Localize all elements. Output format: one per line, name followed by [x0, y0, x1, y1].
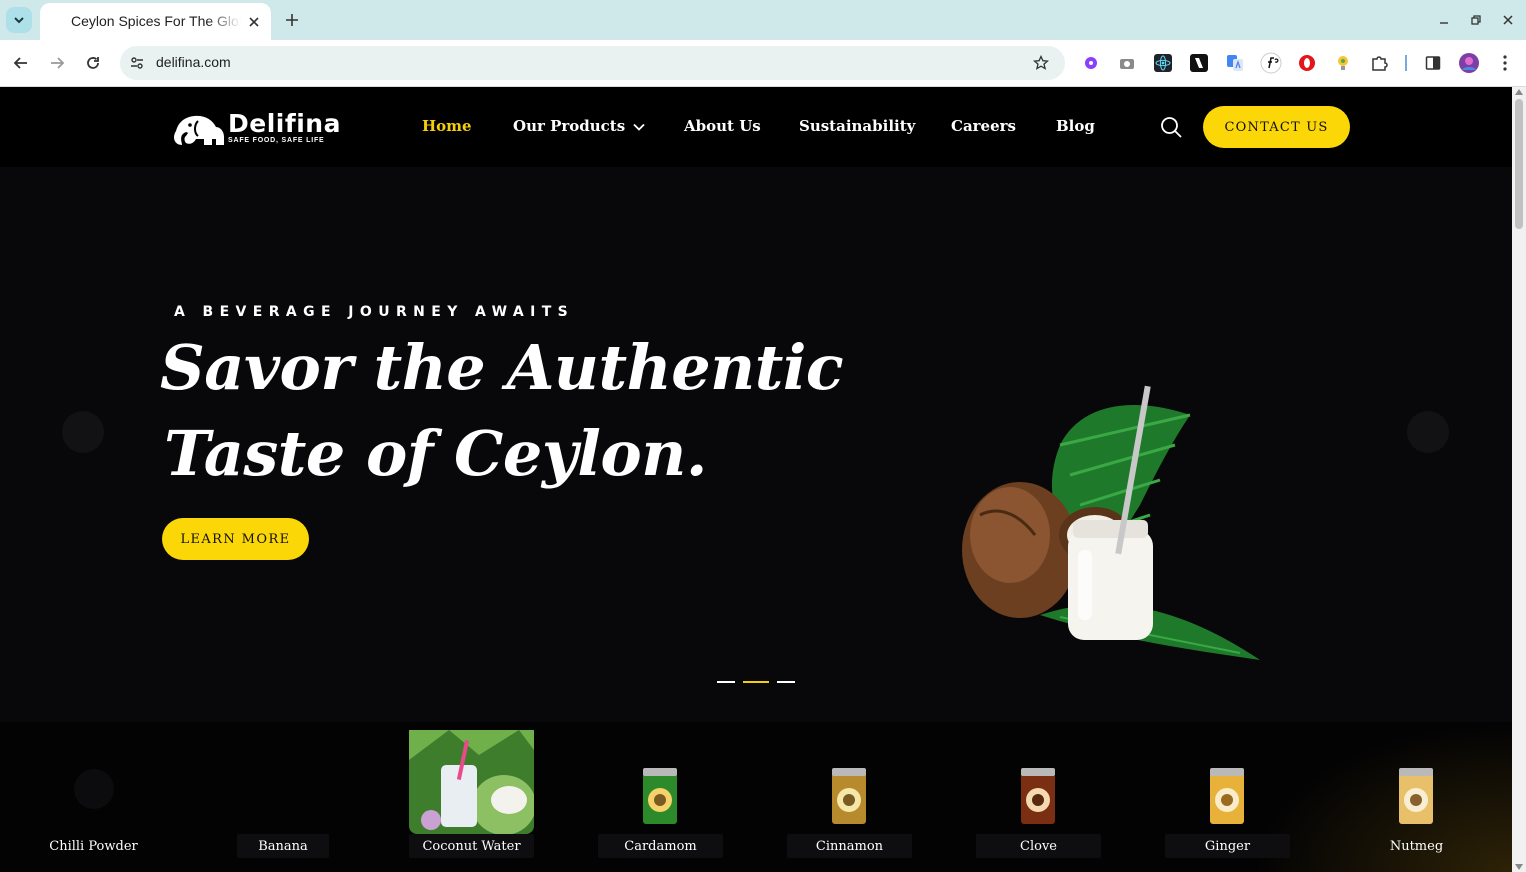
nav-about-us[interactable]: About Us: [684, 117, 761, 135]
coconut-milk-image: [962, 385, 1260, 660]
hero-slider: A BEVERAGE JOURNEY AWAITS Savor the Auth…: [0, 167, 1512, 722]
product-card[interactable]: Banana: [220, 730, 345, 858]
nav-blog[interactable]: Blog: [1056, 117, 1095, 135]
page-scrollbar[interactable]: [1512, 87, 1526, 872]
chevron-down-icon: [14, 17, 24, 24]
product-name: Ginger: [1165, 834, 1290, 858]
hero-headline: Savor the Authentic Taste of Ceylon.: [160, 325, 920, 497]
reload-icon[interactable]: [82, 52, 104, 74]
delifina-logo[interactable]: Delifina SAFE FOOD, SAFE LIFE: [168, 103, 340, 151]
hero-eyebrow: A BEVERAGE JOURNEY AWAITS: [174, 304, 575, 320]
nutmeg-jar-image: [1399, 768, 1433, 824]
scroll-up-arrow-icon[interactable]: [1515, 89, 1523, 95]
tab-favicon-icon: [55, 15, 67, 27]
extension-opera-icon[interactable]: [1296, 52, 1318, 74]
product-name: Banana: [237, 834, 329, 858]
site-info-icon[interactable]: [128, 54, 146, 72]
hero-headline-line-1: Savor the Authentic: [160, 331, 844, 404]
chevron-down-icon: [633, 123, 645, 131]
extension-bulb-icon[interactable]: [1332, 52, 1354, 74]
slide-indicator-1[interactable]: [717, 681, 735, 683]
scrollbar-thumb[interactable]: [1515, 99, 1523, 229]
active-tab[interactable]: Ceylon Spices For The Global: [40, 3, 271, 40]
kebab-menu-icon[interactable]: [1494, 52, 1516, 74]
product-card[interactable]: Clove: [976, 730, 1101, 858]
back-arrow-icon[interactable]: [10, 52, 32, 74]
scroll-down-arrow-icon[interactable]: [1515, 864, 1523, 870]
nav-home[interactable]: Home: [422, 117, 472, 135]
minimize-icon[interactable]: [1434, 10, 1454, 30]
product-name: Cardamom: [598, 834, 723, 858]
hero-headline-line-2: Taste of Ceylon.: [164, 417, 707, 490]
product-name: Coconut Water: [409, 834, 534, 858]
logo-wordmark: Delifina: [228, 109, 341, 138]
cinnamon-jar-image: [832, 768, 866, 824]
nav-our-products-label: Our Products: [513, 117, 626, 135]
extension-camera-icon[interactable]: [1116, 52, 1138, 74]
nav-careers[interactable]: Careers: [951, 117, 1016, 135]
product-name: Nutmeg: [1389, 838, 1444, 854]
browser-toolbar: delifina.com: [0, 40, 1526, 87]
contact-us-button[interactable]: CONTACT US: [1203, 106, 1350, 148]
extension-flower-icon[interactable]: [1080, 52, 1102, 74]
ginger-jar-image: [1210, 768, 1244, 824]
url-text[interactable]: delifina.com: [156, 54, 231, 70]
coconut-water-image: [409, 730, 534, 834]
product-name: Clove: [976, 834, 1101, 858]
web-page: Delifina SAFE FOOD, SAFE LIFE Home Our P…: [0, 87, 1512, 872]
close-window-icon[interactable]: [1498, 10, 1518, 30]
slide-indicators: [717, 681, 797, 685]
slide-indicator-2[interactable]: [743, 681, 769, 683]
extension-translate-icon[interactable]: [1224, 52, 1246, 74]
forward-arrow-icon[interactable]: [46, 52, 68, 74]
learn-more-button[interactable]: LEARN MORE: [162, 518, 309, 560]
site-header: Delifina SAFE FOOD, SAFE LIFE Home Our P…: [0, 87, 1512, 167]
nav-sustainability[interactable]: Sustainability: [799, 117, 915, 135]
nav-our-products[interactable]: Our Products: [513, 117, 645, 135]
browser-tab-strip: Ceylon Spices For The Global: [0, 0, 1526, 40]
puzzle-extensions-icon[interactable]: [1368, 52, 1390, 74]
side-panel-icon[interactable]: [1422, 52, 1444, 74]
product-name: Chilli Powder: [49, 838, 138, 854]
cardamom-jar-image: [643, 768, 677, 824]
address-bar[interactable]: delifina.com: [120, 46, 1065, 80]
product-card[interactable]: Coconut Water: [409, 730, 534, 858]
clove-jar-image: [1021, 768, 1055, 824]
next-slide-button[interactable]: [1407, 411, 1449, 453]
extension-font-icon[interactable]: [1260, 52, 1282, 74]
product-card[interactable]: Ginger: [1165, 730, 1290, 858]
logo-tagline: SAFE FOOD, SAFE LIFE: [228, 137, 325, 144]
product-name: Cinnamon: [787, 834, 912, 858]
slide-indicator-3[interactable]: [777, 681, 795, 683]
tab-title: Ceylon Spices For The Global: [71, 13, 241, 29]
product-card[interactable]: Nutmeg: [1354, 730, 1479, 858]
previous-slide-button[interactable]: [62, 411, 104, 453]
extension-dark-icon[interactable]: [1188, 52, 1210, 74]
elephant-logo-icon: [174, 115, 224, 145]
new-tab-icon[interactable]: [282, 10, 302, 30]
product-carousel: Chilli Powder Banana Coconut Water Carda…: [0, 722, 1512, 872]
product-card[interactable]: Chilli Powder: [31, 730, 156, 858]
product-card[interactable]: Cinnamon: [787, 730, 912, 858]
chilli-powder-image: [74, 769, 114, 809]
product-card[interactable]: Cardamom: [598, 730, 723, 858]
profile-avatar[interactable]: [1458, 52, 1480, 74]
bookmark-star-icon[interactable]: [1031, 53, 1051, 73]
tab-search-button[interactable]: [6, 7, 32, 33]
restore-icon[interactable]: [1466, 10, 1486, 30]
close-tab-icon[interactable]: [245, 13, 263, 31]
search-icon[interactable]: [1160, 116, 1182, 138]
extension-react-icon[interactable]: [1152, 52, 1174, 74]
